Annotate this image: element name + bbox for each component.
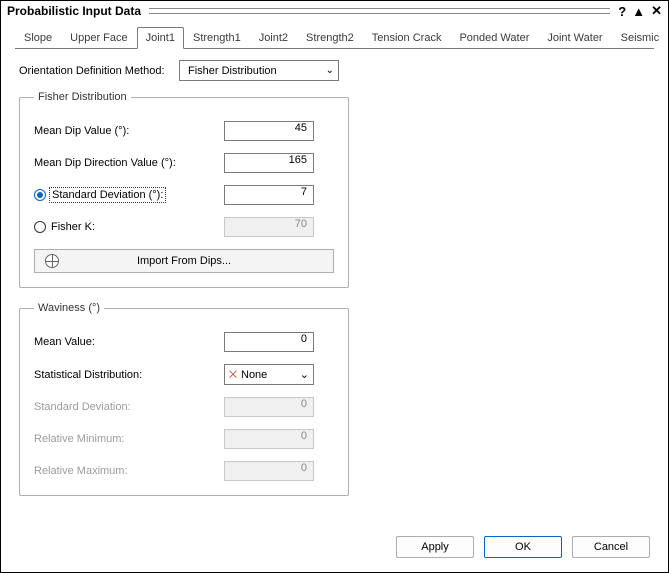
tab-strength1[interactable]: Strength1 bbox=[184, 27, 250, 49]
waviness-dist-label: Statistical Distribution: bbox=[34, 369, 224, 381]
titlebar: Probabilistic Input Data ? ▲ ✕ bbox=[1, 1, 668, 21]
tab-strip: Slope Upper Face Joint1 Strength1 Joint2… bbox=[1, 21, 668, 49]
tab-upper-face[interactable]: Upper Face bbox=[61, 27, 136, 49]
waviness-relmin-input: 0 bbox=[224, 429, 314, 449]
waviness-std-input: 0 bbox=[224, 397, 314, 417]
fisher-k-radio-row[interactable]: Fisher K: bbox=[34, 221, 224, 233]
tab-strength2[interactable]: Strength2 bbox=[297, 27, 363, 49]
titlebar-separator bbox=[149, 8, 610, 14]
dialog-button-row: Apply OK Cancel bbox=[396, 536, 650, 558]
waviness-group: Waviness (°) Mean Value: 0 Statistical D… bbox=[19, 302, 349, 496]
tab-slope[interactable]: Slope bbox=[15, 27, 61, 49]
std-dev-radio-row[interactable]: Standard Deviation (°): bbox=[34, 189, 224, 201]
waviness-mean-label: Mean Value: bbox=[34, 336, 224, 348]
mean-dip-label: Mean Dip Value (°): bbox=[34, 125, 224, 137]
fisher-legend: Fisher Distribution bbox=[34, 91, 131, 103]
window-title: Probabilistic Input Data bbox=[7, 4, 141, 18]
fisher-k-radio[interactable] bbox=[34, 221, 46, 233]
std-dev-input[interactable]: 7 bbox=[224, 185, 314, 205]
tab-joint2[interactable]: Joint2 bbox=[250, 27, 297, 49]
tab-underline bbox=[15, 48, 654, 49]
std-dev-radio[interactable] bbox=[34, 189, 46, 201]
waviness-dist-select[interactable]: ⨉ None ⌄ bbox=[224, 364, 314, 385]
apply-button[interactable]: Apply bbox=[396, 536, 474, 558]
dialog-window: Probabilistic Input Data ? ▲ ✕ Slope Upp… bbox=[0, 0, 669, 573]
orientation-method-label: Orientation Definition Method: bbox=[19, 65, 179, 77]
waviness-std-label: Standard Deviation: bbox=[34, 401, 224, 413]
tab-joint1[interactable]: Joint1 bbox=[137, 27, 184, 49]
chevron-down-icon: ⌄ bbox=[326, 65, 334, 76]
tab-ponded-water[interactable]: Ponded Water bbox=[450, 27, 538, 49]
orientation-method-select[interactable]: Fisher Distribution ⌄ bbox=[179, 60, 339, 81]
orientation-method-value: Fisher Distribution bbox=[188, 65, 277, 77]
maximize-icon[interactable]: ▲ bbox=[632, 4, 645, 19]
fisher-k-input: 70 bbox=[224, 217, 314, 237]
ok-button[interactable]: OK bbox=[484, 536, 562, 558]
help-icon[interactable]: ? bbox=[618, 4, 626, 19]
waviness-legend: Waviness (°) bbox=[34, 302, 104, 314]
mean-dip-dir-input[interactable]: 165 bbox=[224, 153, 314, 173]
cancel-button[interactable]: Cancel bbox=[572, 536, 650, 558]
tab-joint-water[interactable]: Joint Water bbox=[538, 27, 611, 49]
waviness-relmin-label: Relative Minimum: bbox=[34, 433, 224, 445]
waviness-relmax-input: 0 bbox=[224, 461, 314, 481]
mean-dip-input[interactable]: 45 bbox=[224, 121, 314, 141]
waviness-relmax-label: Relative Maximum: bbox=[34, 465, 224, 477]
chevron-down-icon: ⌄ bbox=[300, 368, 309, 381]
waviness-mean-input[interactable]: 0 bbox=[224, 332, 314, 352]
stereonet-icon bbox=[45, 254, 59, 268]
tab-tension-crack[interactable]: Tension Crack bbox=[363, 27, 451, 49]
none-dist-icon: ⨉ bbox=[229, 370, 237, 381]
mean-dip-dir-label: Mean Dip Direction Value (°): bbox=[34, 157, 224, 169]
fisher-group: Fisher Distribution Mean Dip Value (°): … bbox=[19, 91, 349, 288]
close-icon[interactable]: ✕ bbox=[651, 3, 662, 19]
import-from-dips-label: Import From Dips... bbox=[137, 255, 231, 267]
fisher-k-label: Fisher K: bbox=[51, 221, 95, 233]
waviness-dist-value: None bbox=[241, 369, 267, 381]
tab-seismic[interactable]: Seismic bbox=[612, 27, 669, 49]
tab-panel: Orientation Definition Method: Fisher Di… bbox=[1, 50, 668, 520]
import-from-dips-button[interactable]: Import From Dips... bbox=[34, 249, 334, 273]
std-dev-label: Standard Deviation (°): bbox=[51, 189, 164, 201]
